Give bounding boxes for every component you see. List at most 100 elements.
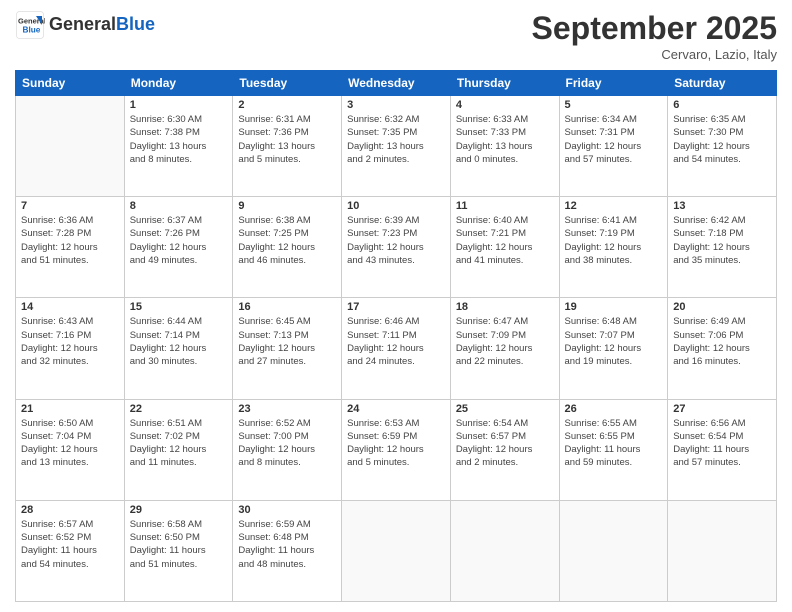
day-number: 6 [673,99,771,111]
day-info: Sunrise: 6:32 AM Sunset: 7:35 PM Dayligh… [347,113,445,166]
table-row: 9 Sunrise: 6:38 AM Sunset: 7:25 PM Daylig… [233,197,342,298]
day-info: Sunrise: 6:47 AM Sunset: 7:09 PM Dayligh… [456,315,554,368]
day-number: 8 [130,200,228,212]
day-number: 12 [565,200,663,212]
table-row: 29Sunrise: 6:58 AM Sunset: 6:50 PM Dayli… [124,500,233,601]
day-info: Sunrise: 6:48 AM Sunset: 7:07 PM Dayligh… [565,315,663,368]
day-number: 13 [673,200,771,212]
day-number: 11 [456,200,554,212]
day-info: Sunrise: 6:43 AM Sunset: 7:16 PM Dayligh… [21,315,119,368]
table-row: 19Sunrise: 6:48 AM Sunset: 7:07 PM Dayli… [559,298,668,399]
table-row: 27 Sunrise: 6:56 AM Sunset: 6:54 PM Dayli… [668,399,777,500]
calendar-week-row: 28 Sunrise: 6:57 AM Sunset: 6:52 PM Dayli… [16,500,777,601]
table-row [16,96,125,197]
day-number: 23 [238,403,336,415]
day-info: Sunrise: 6:37 AM Sunset: 7:26 PM Dayligh… [130,214,228,267]
table-row: 18 Sunrise: 6:47 AM Sunset: 7:09 PM Dayli… [450,298,559,399]
day-info: Sunrise: 6:38 AM Sunset: 7:25 PM Dayligh… [238,214,336,267]
day-number: 25 [456,403,554,415]
day-info: Sunrise: 6:56 AM Sunset: 6:54 PM Dayligh… [673,417,771,470]
day-info: Sunrise: 6:40 AM Sunset: 7:21 PM Dayligh… [456,214,554,267]
day-number: 9 [238,200,336,212]
table-row: 12 Sunrise: 6:41 AM Sunset: 7:19 PM Dayli… [559,197,668,298]
table-row: 11 Sunrise: 6:40 AM Sunset: 7:21 PM Dayli… [450,197,559,298]
table-row: 28 Sunrise: 6:57 AM Sunset: 6:52 PM Dayli… [16,500,125,601]
table-row: 10 Sunrise: 6:39 AM Sunset: 7:23 PM Dayli… [342,197,451,298]
day-number: 7 [21,200,119,212]
col-sunday: Sunday [16,71,125,96]
day-info: Sunrise: 6:51 AM Sunset: 7:02 PM Dayligh… [130,417,228,470]
col-wednesday: Wednesday [342,71,451,96]
day-number: 21 [21,403,119,415]
day-info: Sunrise: 6:52 AM Sunset: 7:00 PM Dayligh… [238,417,336,470]
day-info: Sunrise: 6:44 AM Sunset: 7:14 PM Dayligh… [130,315,228,368]
day-number: 20 [673,301,771,313]
day-info: Sunrise: 6:49 AM Sunset: 7:06 PM Dayligh… [673,315,771,368]
day-info: Sunrise: 6:54 AM Sunset: 6:57 PM Dayligh… [456,417,554,470]
day-info: Sunrise: 6:55 AM Sunset: 6:55 PM Dayligh… [565,417,663,470]
day-info: Sunrise: 6:33 AM Sunset: 7:33 PM Dayligh… [456,113,554,166]
day-number: 1 [130,99,228,111]
table-row [559,500,668,601]
day-info: Sunrise: 6:41 AM Sunset: 7:19 PM Dayligh… [565,214,663,267]
col-thursday: Thursday [450,71,559,96]
table-row: 1 Sunrise: 6:30 AM Sunset: 7:38 PM Daylig… [124,96,233,197]
day-number: 2 [238,99,336,111]
day-info: Sunrise: 6:30 AM Sunset: 7:38 PM Dayligh… [130,113,228,166]
header: General Blue GeneralBlue September 2025 … [15,10,777,62]
table-row [450,500,559,601]
day-info: Sunrise: 6:59 AM Sunset: 6:48 PM Dayligh… [238,518,336,571]
day-number: 5 [565,99,663,111]
calendar: Sunday Monday Tuesday Wednesday Thursday… [15,70,777,602]
day-number: 18 [456,301,554,313]
day-info: Sunrise: 6:31 AM Sunset: 7:36 PM Dayligh… [238,113,336,166]
calendar-week-row: 7Sunrise: 6:36 AM Sunset: 7:28 PM Daylig… [16,197,777,298]
col-saturday: Saturday [668,71,777,96]
table-row: 6 Sunrise: 6:35 AM Sunset: 7:30 PM Daylig… [668,96,777,197]
day-number: 16 [238,301,336,313]
table-row: 4Sunrise: 6:33 AM Sunset: 7:33 PM Daylig… [450,96,559,197]
day-number: 14 [21,301,119,313]
day-number: 26 [565,403,663,415]
day-info: Sunrise: 6:39 AM Sunset: 7:23 PM Dayligh… [347,214,445,267]
month-title: September 2025 [532,10,777,47]
day-info: Sunrise: 6:53 AM Sunset: 6:59 PM Dayligh… [347,417,445,470]
page: General Blue GeneralBlue September 2025 … [0,0,792,612]
location: Cervaro, Lazio, Italy [532,47,777,62]
table-row [668,500,777,601]
table-row [342,500,451,601]
table-row: 13 Sunrise: 6:42 AM Sunset: 7:18 PM Dayli… [668,197,777,298]
day-number: 10 [347,200,445,212]
table-row: 15 Sunrise: 6:44 AM Sunset: 7:14 PM Dayli… [124,298,233,399]
day-number: 15 [130,301,228,313]
day-number: 29 [130,504,228,516]
table-row: 3Sunrise: 6:32 AM Sunset: 7:35 PM Daylig… [342,96,451,197]
day-info: Sunrise: 6:42 AM Sunset: 7:18 PM Dayligh… [673,214,771,267]
table-row: 21Sunrise: 6:50 AM Sunset: 7:04 PM Dayli… [16,399,125,500]
table-row: 5Sunrise: 6:34 AM Sunset: 7:31 PM Daylig… [559,96,668,197]
table-row: 23 Sunrise: 6:52 AM Sunset: 7:00 PM Dayli… [233,399,342,500]
day-number: 24 [347,403,445,415]
col-monday: Monday [124,71,233,96]
day-info: Sunrise: 6:45 AM Sunset: 7:13 PM Dayligh… [238,315,336,368]
day-number: 28 [21,504,119,516]
day-number: 27 [673,403,771,415]
table-row: 14 Sunrise: 6:43 AM Sunset: 7:16 PM Dayli… [16,298,125,399]
table-row: 16 Sunrise: 6:45 AM Sunset: 7:13 PM Dayli… [233,298,342,399]
day-info: Sunrise: 6:35 AM Sunset: 7:30 PM Dayligh… [673,113,771,166]
day-number: 17 [347,301,445,313]
day-info: Sunrise: 6:57 AM Sunset: 6:52 PM Dayligh… [21,518,119,571]
day-info: Sunrise: 6:46 AM Sunset: 7:11 PM Dayligh… [347,315,445,368]
table-row: 25 Sunrise: 6:54 AM Sunset: 6:57 PM Dayli… [450,399,559,500]
calendar-week-row: 21Sunrise: 6:50 AM Sunset: 7:04 PM Dayli… [16,399,777,500]
table-row: 30 Sunrise: 6:59 AM Sunset: 6:48 PM Dayli… [233,500,342,601]
calendar-header-row: Sunday Monday Tuesday Wednesday Thursday… [16,71,777,96]
table-row: 17 Sunrise: 6:46 AM Sunset: 7:11 PM Dayli… [342,298,451,399]
table-row: 2 Sunrise: 6:31 AM Sunset: 7:36 PM Daylig… [233,96,342,197]
day-number: 30 [238,504,336,516]
calendar-week-row: 1 Sunrise: 6:30 AM Sunset: 7:38 PM Daylig… [16,96,777,197]
table-row: 7Sunrise: 6:36 AM Sunset: 7:28 PM Daylig… [16,197,125,298]
col-tuesday: Tuesday [233,71,342,96]
table-row: 8 Sunrise: 6:37 AM Sunset: 7:26 PM Daylig… [124,197,233,298]
table-row: 20 Sunrise: 6:49 AM Sunset: 7:06 PM Dayli… [668,298,777,399]
